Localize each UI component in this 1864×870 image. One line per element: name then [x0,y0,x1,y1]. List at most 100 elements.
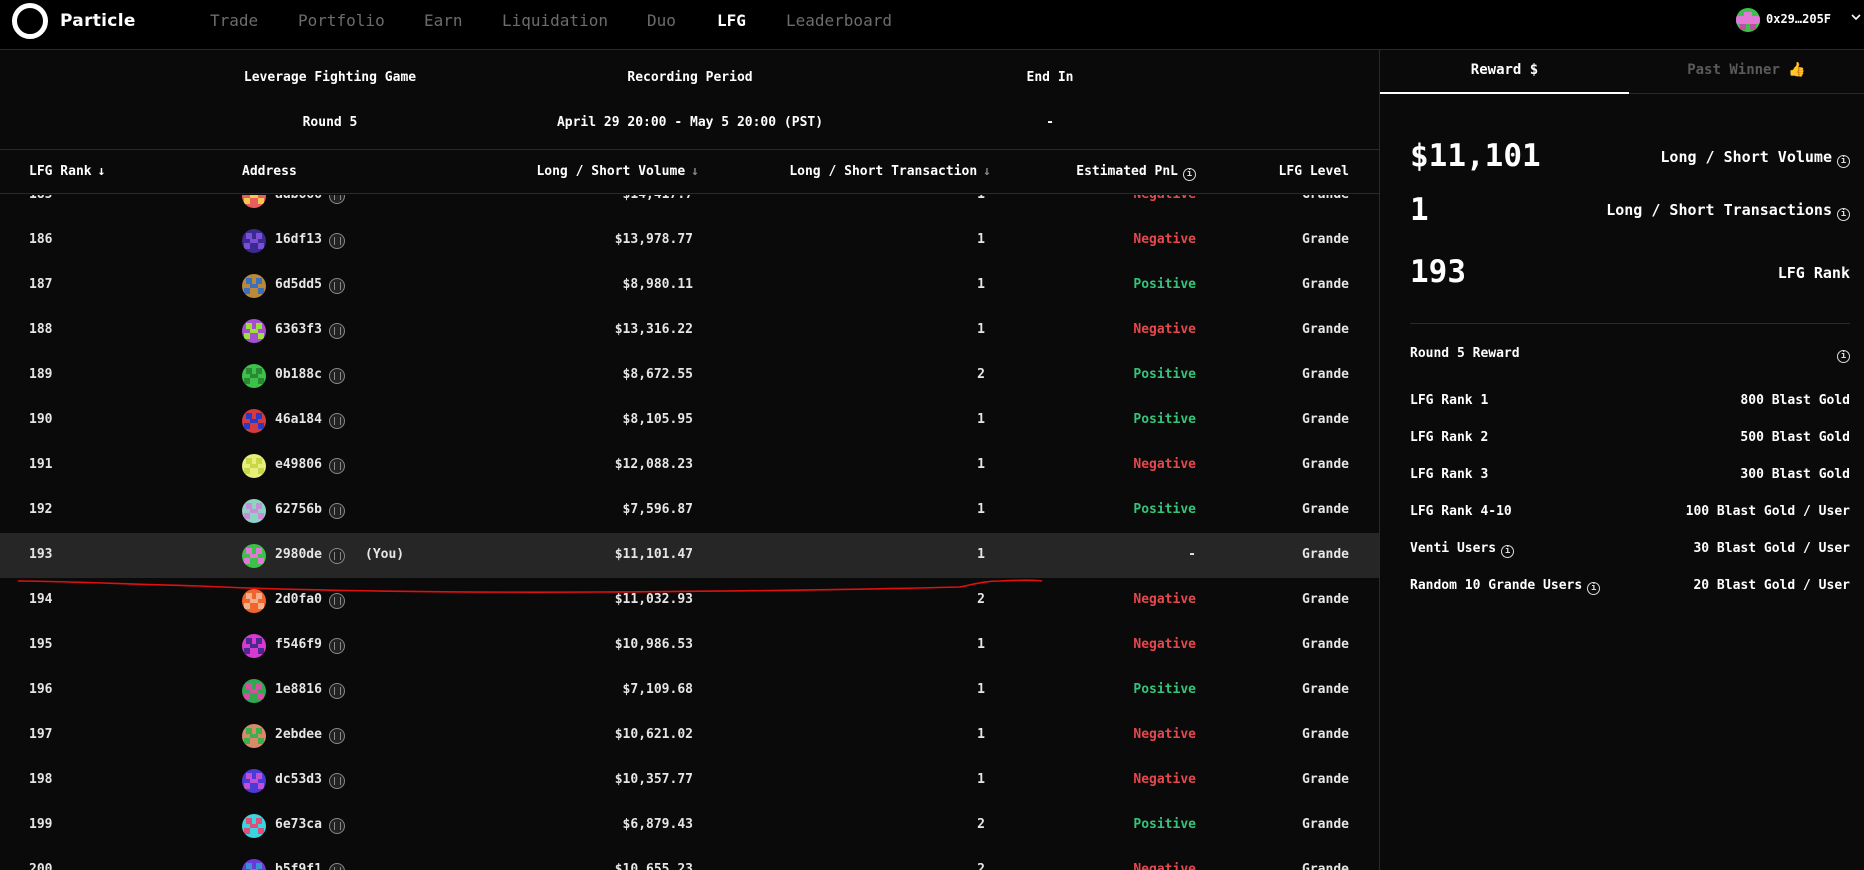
nav-lfg[interactable]: LFG [717,11,746,30]
particle-logo-icon[interactable] [12,3,48,39]
address-cell[interactable]: 62756b [275,502,322,517]
transactions-header[interactable]: Long / Short Transaction ↓ [789,164,991,179]
reward-value: 30 Blast Gold / User [1693,541,1850,556]
nav-liquidation[interactable]: Liquidation [502,11,608,30]
avatar [242,679,266,703]
info-icon[interactable]: i [1183,168,1196,181]
level-badge-icon [329,278,345,294]
info-icon[interactable]: i [1837,346,1850,363]
tab-reward[interactable]: Reward $ [1380,62,1629,78]
level-badge-icon [329,728,345,744]
arrow-down-icon: ↓ [97,164,106,179]
volume-cell: $13,978.77 [614,232,693,247]
table-row[interactable]: 191 e49806 $12,088.23 1 Negative Grande [0,443,1379,488]
avatar [242,769,266,793]
level-badge-icon [329,818,345,834]
volume-cell: $10,357.77 [614,772,693,787]
reward-name: LFG Rank 4-10 [1410,504,1512,519]
info-icon[interactable]: i [1837,155,1850,168]
transactions-cell: 1 [977,637,985,652]
address-cell[interactable]: 16df13 [275,232,322,247]
level-cell: Grande [1302,457,1349,472]
pnl-cell: Positive [1133,817,1196,832]
transactions-cell: 1 [977,232,985,247]
info-icon[interactable]: i [1501,545,1515,558]
table-row[interactable]: 187 6d5dd5 $8,980.11 1 Positive Grande [0,263,1379,308]
transactions-cell: 1 [977,682,985,697]
reward-name: Venti Users i [1410,541,1515,558]
pnl-cell: Negative [1133,322,1196,337]
address-cell[interactable]: 46a184 [275,412,322,427]
address-cell[interactable]: 0b188c [275,367,322,382]
reward-row: LFG Rank 2 500 Blast Gold [1410,430,1850,448]
level-cell: Grande [1302,817,1349,832]
avatar [242,409,266,433]
leaderboard-table-body[interactable]: 185 adb666 $14,417.7 1 Negative Grande 186 16df… [0,195,1379,870]
table-row[interactable]: 194 2d0fa0 $11,032.93 2 Negative Grande [0,578,1379,623]
table-row[interactable]: 196 1e8816 $7,109.68 1 Positive Grande [0,668,1379,713]
rank-cell: 199 [29,817,53,832]
reward-value: 300 Blast Gold [1740,467,1850,482]
table-row[interactable]: 185 adb666 $14,417.7 1 Negative Grande [0,195,1379,218]
reward-name: LFG Rank 3 [1410,467,1489,482]
rank-cell: 189 [29,367,53,382]
tx-stat-label: Long / Short Transactions i [1606,201,1850,221]
volume-cell: $11,101.47 [614,547,693,562]
address-cell[interactable]: 6363f3 [275,322,322,337]
nav-earn[interactable]: Earn [424,11,463,30]
address-cell[interactable]: 2d0fa0 [275,592,322,607]
table-row[interactable]: 192 62756b $7,596.87 1 Positive Grande [0,488,1379,533]
address-cell[interactable]: 2ebdee [275,727,322,742]
rank-stat-value: 193 [1410,254,1466,290]
address-cell[interactable]: 6d5dd5 [275,277,322,292]
rank-stat-label: LFG Rank [1777,264,1850,282]
transactions-cell: 1 [977,277,985,292]
info-icon[interactable]: i [1587,582,1601,595]
address-cell[interactable]: dc53d3 [275,772,322,787]
rank-cell: 193 [29,547,53,562]
level-badge-icon [329,368,345,384]
table-row[interactable]: 189 0b188c $8,672.55 2 Positive Grande [0,353,1379,398]
address-cell[interactable]: b5f9f1 [275,862,322,870]
avatar [242,499,266,523]
table-row[interactable]: 188 6363f3 $13,316.22 1 Negative Grande [0,308,1379,353]
nav-trade[interactable]: Trade [210,11,258,30]
wallet-button[interactable]: 0x29…205F [1736,8,1864,32]
address-cell[interactable]: 6e73ca [275,817,322,832]
level-cell: Grande [1302,322,1349,337]
table-row[interactable]: 186 16df13 $13,978.77 1 Negative Grande [0,218,1379,263]
address-cell[interactable]: 2980de [275,547,322,562]
table-row-you[interactable]: 193 2980de (You) $11,101.47 1 - Grande [0,533,1379,578]
level-badge-icon [329,233,345,249]
avatar [242,634,266,658]
volume-cell: $11,032.93 [614,592,693,607]
table-row[interactable]: 197 2ebdee $10,621.02 1 Negative Grande [0,713,1379,758]
table-row[interactable]: 200 b5f9f1 $10,655.23 2 Negative Grande [0,848,1379,870]
volume-header[interactable]: Long / Short Volume ↓ [536,164,699,179]
level-badge-icon [329,683,345,699]
address-cell[interactable]: 1e8816 [275,682,322,697]
address-cell[interactable]: f546f9 [275,637,322,652]
volume-cell: $8,672.55 [622,367,693,382]
nav-leaderboard[interactable]: Leaderboard [786,11,892,30]
level-cell: Grande [1302,772,1349,787]
table-row[interactable]: 190 46a184 $8,105.95 1 Positive Grande [0,398,1379,443]
avatar [242,319,266,343]
table-row[interactable]: 198 dc53d3 $10,357.77 1 Negative Grande [0,758,1379,803]
panel-divider [1379,50,1380,870]
nav-duo[interactable]: Duo [647,11,676,30]
address-cell[interactable]: e49806 [275,457,322,472]
rank-cell: 187 [29,277,53,292]
info-icon[interactable]: i [1837,208,1850,221]
address-cell[interactable]: adb666 [275,195,322,202]
table-row[interactable]: 195 f546f9 $10,986.53 1 Negative Grande [0,623,1379,668]
nav-portfolio[interactable]: Portfolio [298,11,385,30]
level-badge-icon [329,773,345,789]
reward-title: Round 5 Reward [1410,346,1520,361]
brand-name[interactable]: Particle [60,11,136,31]
tab-past-winner[interactable]: Past Winner 👍 [1629,62,1864,78]
pnl-cell: Negative [1133,457,1196,472]
pnl-header-label: Estimated PnL [1076,164,1178,179]
table-row[interactable]: 199 6e73ca $6,879.43 2 Positive Grande [0,803,1379,848]
rank-header[interactable]: LFG Rank ↓ [29,164,105,179]
